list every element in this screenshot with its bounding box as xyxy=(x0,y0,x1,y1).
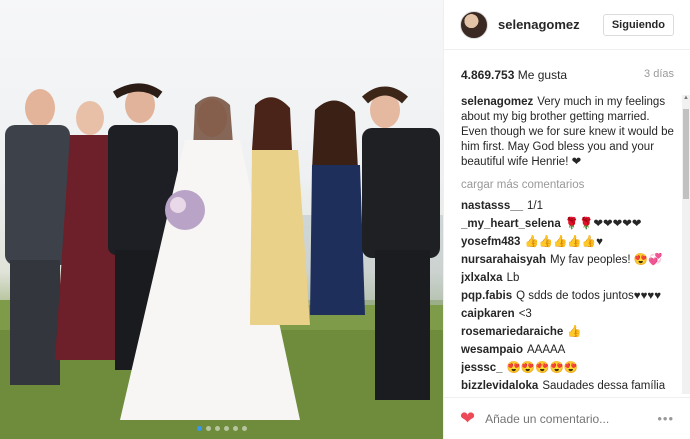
comment-username[interactable]: caipkaren xyxy=(461,308,515,320)
comment-username[interactable]: nursarahaisyah xyxy=(461,254,546,266)
comment-text: Q sdds de todos juntos♥♥♥♥ xyxy=(516,290,662,302)
post-time[interactable]: 3 días xyxy=(644,68,674,82)
comment-text: 👍 xyxy=(567,326,582,338)
carousel-dot[interactable] xyxy=(223,426,229,431)
load-more-comments-link[interactable]: cargar más comentarios xyxy=(461,178,678,193)
comment-text: 1/1 xyxy=(527,200,544,212)
comment-text: Saudades dessa família xyxy=(542,380,666,392)
comment-text: <3 xyxy=(518,308,532,320)
comment-username[interactable]: rosemariedaraiche xyxy=(461,326,563,338)
comment-username[interactable]: bizzlevidaloka xyxy=(461,380,538,392)
comment-text: My fav peoples! 😍💞 xyxy=(550,254,663,266)
comment-username[interactable]: pqp.fabis xyxy=(461,290,512,302)
carousel-dot[interactable] xyxy=(214,426,220,431)
header-username[interactable]: selenagomez xyxy=(498,17,603,32)
comment-text: AAAAA xyxy=(527,344,566,356)
comment-text: 😍😍😍😍😍 xyxy=(506,362,579,374)
comment-username[interactable]: jxlxalxa xyxy=(461,272,503,284)
following-button[interactable]: Siguiendo xyxy=(602,13,674,36)
caption-username[interactable]: selenagomez xyxy=(461,96,533,108)
post-header: selenagomez Siguiendo xyxy=(444,0,690,50)
comment-username[interactable]: jesssc_ xyxy=(461,362,503,374)
comment-item: nursarahaisyah My fav peoples! 😍💞 xyxy=(461,253,678,268)
comment-text: 🌹🌹❤❤❤❤❤ xyxy=(564,218,642,230)
wedding-group-photo xyxy=(0,83,443,439)
carousel-dots[interactable] xyxy=(0,426,443,431)
avatar[interactable] xyxy=(460,10,488,39)
post-panel: selenagomez Siguiendo 4.869.753 Me gusta… xyxy=(443,0,690,439)
comment-username[interactable]: nastasss__ xyxy=(461,200,523,212)
comments-scrollbar[interactable]: ▲ xyxy=(682,95,690,394)
comment-text: Lb xyxy=(506,272,520,284)
post-photo[interactable] xyxy=(0,0,443,439)
carousel-dot[interactable] xyxy=(205,426,211,431)
comment-item: wesampaio AAAAA xyxy=(461,343,678,358)
comment-username[interactable]: wesampaio xyxy=(461,344,523,356)
comment-bar: ❤ ••• xyxy=(444,397,690,439)
carousel-dot[interactable] xyxy=(232,426,238,431)
comment-item: bizzlevidaloka Saudades dessa família xyxy=(461,379,678,394)
comment-text: 👍👍👍👍👍♥ xyxy=(524,236,603,248)
caption: selenagomez Very much in my feelings abou… xyxy=(461,95,678,170)
like-heart-icon[interactable]: ❤ xyxy=(460,408,475,429)
comment-item: pqp.fabis Q sdds de todos juntos♥♥♥♥ xyxy=(461,289,678,304)
post-stats: 4.869.753 Me gusta 3 días xyxy=(444,50,690,82)
carousel-dot[interactable] xyxy=(241,426,247,431)
more-options-icon[interactable]: ••• xyxy=(657,411,674,426)
comments-list: selenagomez Very much in my feelings abou… xyxy=(461,95,678,394)
comment-item: nastasss__ 1/1 xyxy=(461,199,678,214)
carousel-dot[interactable] xyxy=(196,426,202,431)
comment-item: jesssc_ 😍😍😍😍😍 xyxy=(461,361,678,376)
comment-item: _my_heart_selena 🌹🌹❤❤❤❤❤ xyxy=(461,217,678,232)
comment-item: rosemariedaraiche 👍 xyxy=(461,325,678,340)
scroll-thumb[interactable] xyxy=(683,109,689,199)
comment-item: jxlxalxa Lb xyxy=(461,271,678,286)
comment-username[interactable]: _my_heart_selena xyxy=(461,218,561,230)
scroll-up-arrow-icon[interactable]: ▲ xyxy=(682,95,690,103)
likes-count[interactable]: 4.869.753 Me gusta xyxy=(461,68,567,82)
comment-input[interactable] xyxy=(485,411,658,426)
comment-item: caipkaren <3 xyxy=(461,307,678,322)
comment-item: yosefm483 👍👍👍👍👍♥ xyxy=(461,235,678,250)
comment-username[interactable]: yosefm483 xyxy=(461,236,520,248)
